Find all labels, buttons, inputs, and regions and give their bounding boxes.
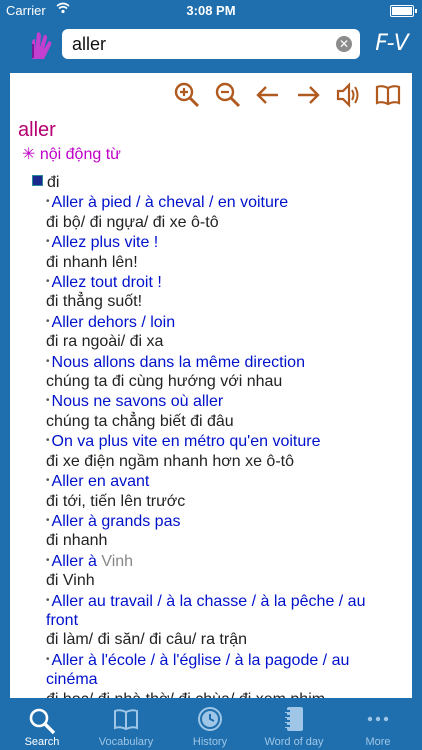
vietnamese-translation: chúng ta đi cùng hướng với nhau: [46, 373, 283, 391]
language-mode-button[interactable]: F-V: [370, 29, 414, 59]
vietnamese-translation: đi nhanh lên!: [46, 253, 138, 271]
vietnamese-translation: đi nhanh: [46, 532, 108, 550]
french-example[interactable]: • Nous ne savons où aller: [32, 391, 408, 411]
back-arrow-icon[interactable]: [253, 81, 283, 111]
clear-icon[interactable]: ✕: [336, 36, 352, 52]
line-bullet: •: [46, 315, 50, 327]
search-box[interactable]: aller ✕: [62, 29, 360, 59]
line-bullet: •: [46, 514, 50, 526]
tab-history[interactable]: History: [168, 704, 252, 750]
vietnamese-translation: đi xe điện ngầm nhanh hơn xe ô-tô: [46, 452, 294, 470]
line-bullet: •: [46, 355, 50, 367]
vietnamese-translation: đi tới, tiến lên trước: [46, 492, 186, 510]
line-bullet: •: [46, 475, 50, 487]
french-example[interactable]: • Allez tout droit !: [32, 272, 408, 292]
app-logo-icon[interactable]: [24, 29, 56, 61]
clock: 3:08 PM: [186, 3, 236, 18]
french-example[interactable]: cinéma: [32, 670, 408, 689]
french-example[interactable]: • Nous allons dans la même direction: [32, 352, 408, 372]
line-bullet: •: [46, 236, 50, 248]
vietnamese-translation: đi học/ đi nhà thờ/ đi chùa/ đi xem phim: [32, 690, 408, 698]
line-bullet: •: [46, 276, 50, 288]
status-bar: Carrier 3:08 PM: [0, 0, 422, 20]
part-of-speech: ✳ nội động từ: [22, 146, 121, 163]
example-list: • Aller à pied / à cheval / en voiture đi …: [32, 192, 408, 698]
more-icon: [336, 704, 420, 734]
clock-icon: [168, 704, 252, 734]
tab-vocabulary[interactable]: Vocabulary: [84, 704, 168, 750]
entry-body: đi • Aller à pied / à cheval / en voiture…: [32, 173, 408, 698]
sense-heading: đi: [32, 173, 408, 192]
french-example[interactable]: • Aller dehors / loin: [32, 312, 408, 332]
tab-bar: Search Vocabulary History Word of day Mo…: [0, 700, 422, 750]
zoom-in-icon[interactable]: [172, 81, 202, 111]
line-bullet: •: [46, 594, 50, 606]
definition-toolbar: [10, 73, 412, 119]
french-example[interactable]: • Aller au travail / à la chasse / à la p…: [32, 591, 408, 611]
vietnamese-translation: đi thẳng suốt!: [46, 293, 143, 311]
line-bullet: •: [46, 435, 50, 447]
battery-icon: [390, 5, 417, 17]
vietnamese-translation: chúng ta chẳng biết đi đâu: [46, 412, 234, 430]
line-bullet: •: [46, 653, 50, 665]
french-example[interactable]: • Aller à Vinh: [32, 551, 408, 571]
tab-more[interactable]: More: [336, 704, 420, 750]
search-input[interactable]: aller: [72, 34, 106, 55]
line-bullet: •: [46, 554, 50, 566]
line-bullet: •: [46, 196, 50, 208]
french-example[interactable]: • Aller en avant: [32, 471, 408, 491]
french-example[interactable]: • Allez plus vite !: [32, 232, 408, 252]
open-book-icon[interactable]: [373, 81, 403, 111]
speaker-icon[interactable]: [333, 81, 363, 111]
french-example[interactable]: front: [32, 611, 408, 630]
header: aller ✕ F-V: [0, 20, 422, 70]
vietnamese-translation: đi Vinh: [46, 572, 95, 590]
french-example[interactable]: • Aller à l'école / à l'église / à la pag…: [32, 650, 408, 670]
tab-word-of-day[interactable]: Word of day: [252, 704, 336, 750]
notebook-icon: [252, 704, 336, 734]
forward-arrow-icon[interactable]: [293, 81, 323, 111]
line-bullet: •: [46, 395, 50, 407]
entry-headword: aller: [18, 119, 56, 141]
vietnamese-translation: đi ra ngoài/ đi xa: [46, 333, 164, 351]
zoom-out-icon[interactable]: [213, 81, 243, 111]
french-example[interactable]: • Aller à grands pas: [32, 511, 408, 531]
book-icon: [84, 704, 168, 734]
tab-search[interactable]: Search: [0, 704, 84, 750]
french-example[interactable]: • On va plus vite en métro qu'en voiture: [32, 431, 408, 451]
french-example[interactable]: • Aller à pied / à cheval / en voiture: [32, 192, 408, 212]
square-bullet-icon: [32, 175, 43, 186]
definition-panel: aller ✳ nội động từ đi • Aller à pied / à…: [10, 73, 412, 698]
vietnamese-translation: đi bộ/ đi ngựa/ đi xe ô-tô: [46, 213, 219, 231]
search-icon: [0, 704, 84, 735]
vietnamese-translation: đi làm/ đi săn/ đi câu/ ra trận: [46, 631, 247, 649]
